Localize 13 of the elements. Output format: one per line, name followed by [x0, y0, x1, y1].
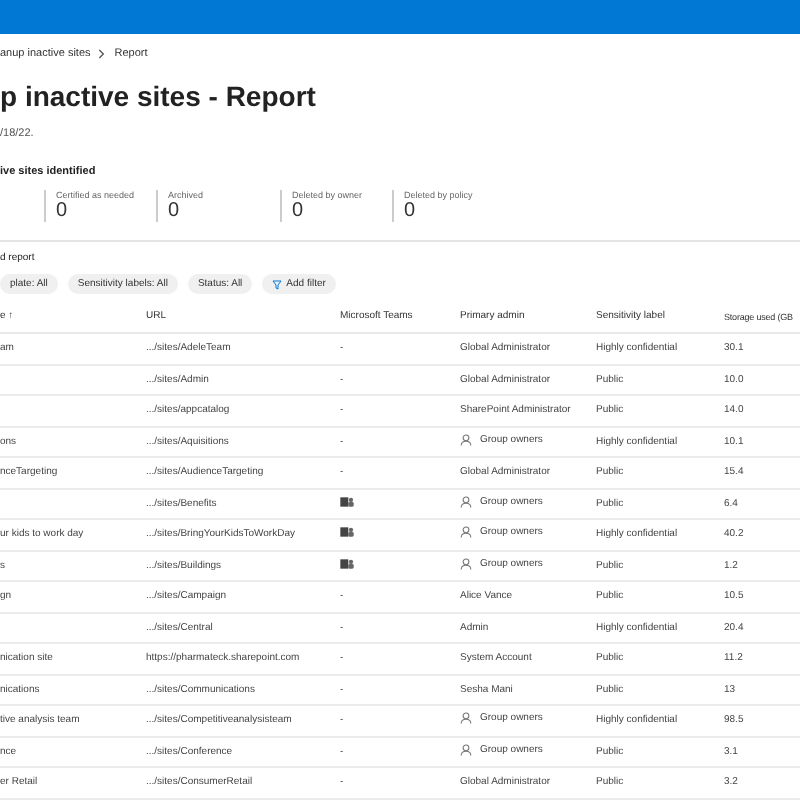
chevron-icon: [98, 48, 107, 60]
person-icon: [460, 495, 472, 508]
page-title: p inactive sites - Report: [0, 80, 318, 114]
stat-value: 0: [404, 200, 418, 222]
person-icon: [460, 712, 472, 725]
stat-value: 0: [168, 200, 182, 222]
filter-icon: [272, 279, 283, 289]
stat-value: 0: [292, 200, 306, 222]
person-icon: [460, 433, 472, 446]
stat-value: 0: [56, 200, 70, 222]
person-icon: [460, 743, 472, 756]
person-icon: [460, 526, 472, 539]
person-icon: [460, 557, 472, 570]
